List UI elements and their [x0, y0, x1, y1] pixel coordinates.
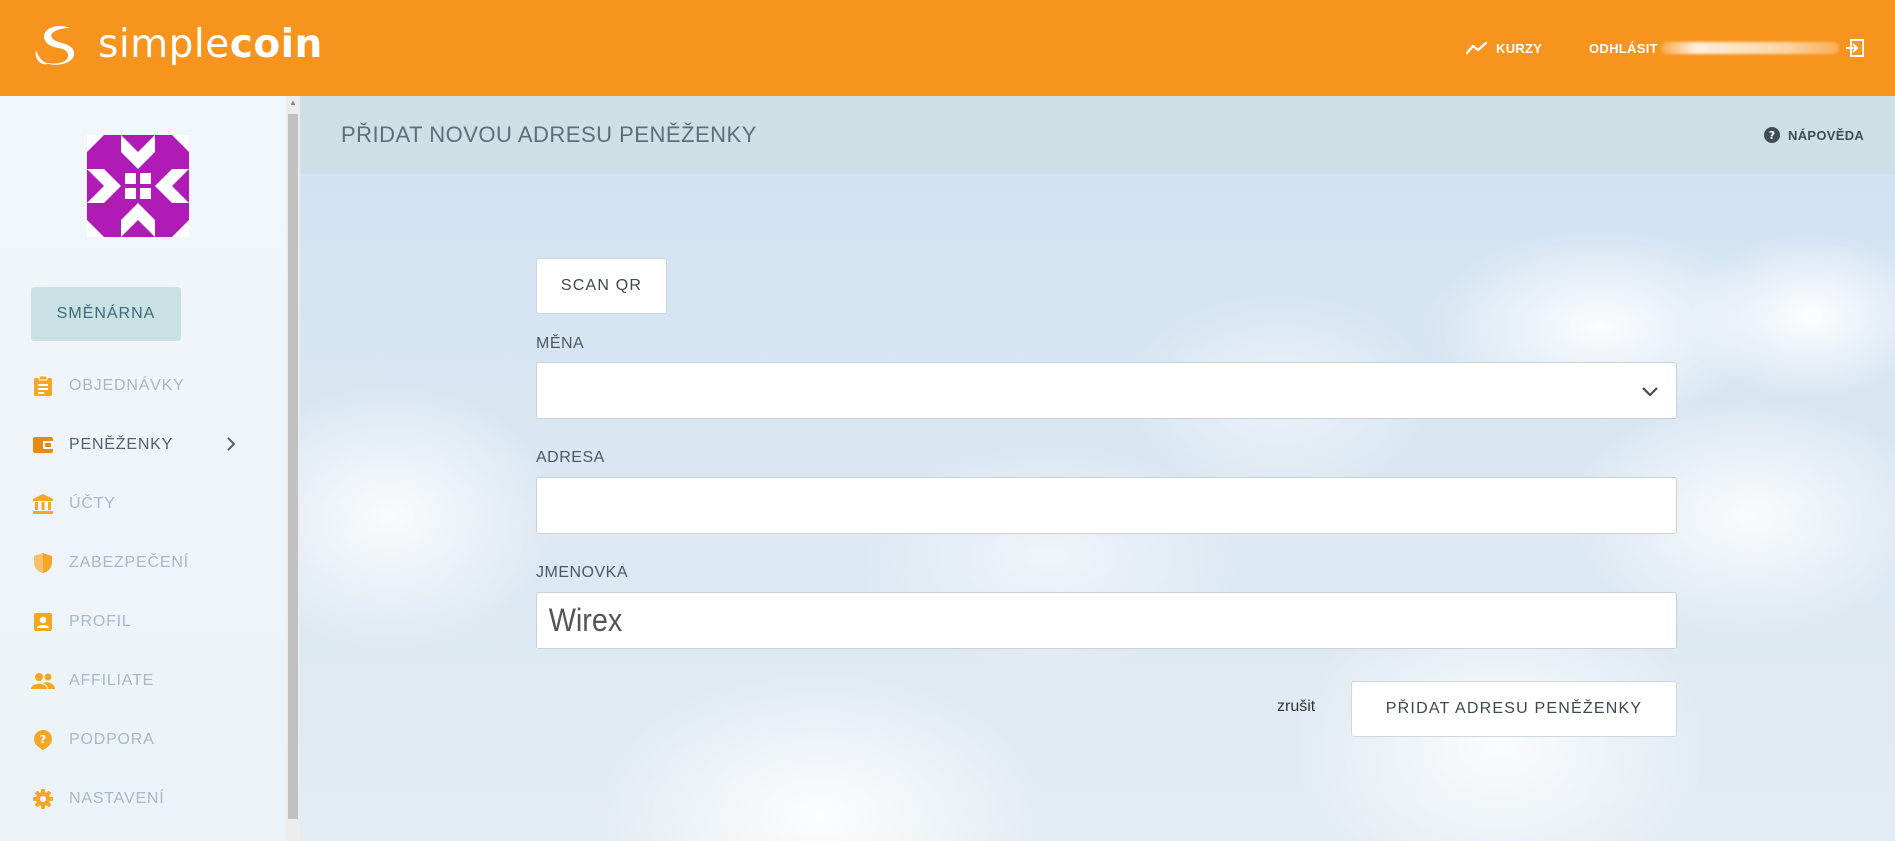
page-title: PŘIDAT NOVOU ADRESU PENĚŽENKY — [341, 122, 757, 147]
people-icon — [31, 669, 55, 693]
sidebar-item-label: ZABEZPEČENÍ — [69, 554, 189, 571]
currency-label: MĚNA — [536, 335, 585, 352]
bank-icon — [31, 492, 55, 516]
help-label: NÁPOVĚDA — [1788, 127, 1865, 143]
page-header: PŘIDAT NOVOU ADRESU PENĚŽENKY ? NÁPOVĚDA — [300, 96, 1895, 174]
svg-text:?: ? — [1769, 129, 1775, 142]
currency-select[interactable] — [536, 362, 1677, 419]
sidebar-item-label: NASTAVENÍ — [69, 790, 165, 807]
sidebar-item-label: OBJEDNÁVKY — [69, 377, 185, 394]
address-label: ADRESA — [536, 449, 605, 466]
svg-text:?: ? — [40, 733, 46, 746]
name-label: JMENOVKA — [536, 564, 629, 581]
gear-icon — [31, 787, 55, 811]
rates-label: KURZY — [1496, 40, 1543, 56]
main-content: PŘIDAT NOVOU ADRESU PENĚŽENKY ? NÁPOVĚDA… — [300, 96, 1895, 841]
rates-link[interactable]: KURZY — [1466, 0, 1542, 96]
wallet-icon — [31, 433, 55, 457]
add-wallet-address-button[interactable]: PŘIDAT ADRESU PENĚŽENKY — [1351, 681, 1677, 737]
logout-label: ODHLÁSIT — [1589, 40, 1658, 56]
sidebar-item-label: PROFIL — [69, 613, 132, 630]
sidebar-scrollbar[interactable]: ▲ — [286, 96, 300, 841]
address-field[interactable] — [536, 477, 1677, 534]
sidebar-item-profile[interactable]: PROFIL — [31, 607, 251, 637]
support-icon: ? — [31, 728, 55, 752]
clipboard-icon — [31, 374, 55, 398]
sidebar-item-orders[interactable]: OBJEDNÁVKY — [31, 371, 251, 401]
brand-name: simplecoin — [98, 22, 323, 67]
chevron-down-icon[interactable] — [1640, 381, 1660, 401]
logout-link[interactable]: ODHLÁSIT — [1589, 0, 1865, 96]
sidebar-item-affiliate[interactable]: AFFILIATE — [31, 666, 251, 696]
scroll-up-arrow-icon[interactable]: ▲ — [286, 98, 300, 108]
cancel-link[interactable]: zrušit — [1277, 698, 1315, 716]
sidebar-item-settings[interactable]: NASTAVENÍ — [31, 784, 251, 814]
name-field[interactable] — [536, 592, 1677, 649]
user-avatar[interactable] — [87, 135, 189, 237]
sidebar-item-support[interactable]: ? PODPORA — [31, 725, 251, 755]
trending-icon — [1466, 41, 1488, 55]
simplecoin-logo-icon — [35, 25, 75, 65]
exchange-button[interactable]: SMĚNÁRNA — [31, 287, 181, 341]
top-bar: simplecoin KURZY ODHLÁSIT — [0, 0, 1895, 96]
sidebar-item-wallets[interactable]: PENĚŽENKY — [31, 430, 251, 460]
sidebar-item-label: PENĚŽENKY — [69, 436, 174, 453]
shield-icon — [31, 551, 55, 575]
sidebar-item-accounts[interactable]: ÚČTY — [31, 489, 251, 519]
brand-logo[interactable]: simplecoin — [30, 20, 323, 70]
help-link[interactable]: ? NÁPOVĚDA — [1764, 96, 1864, 174]
name-input[interactable] — [537, 593, 1563, 648]
help-icon: ? — [1764, 127, 1780, 143]
logout-icon — [1845, 39, 1864, 57]
currency-select-value[interactable] — [537, 363, 1563, 418]
user-email-redacted — [1660, 42, 1839, 54]
scan-qr-button[interactable]: SCAN QR — [536, 258, 667, 314]
profile-icon — [31, 610, 55, 634]
sidebar-item-label: ÚČTY — [69, 495, 116, 512]
sidebar-item-label: PODPORA — [69, 731, 155, 748]
scroll-thumb[interactable] — [288, 114, 298, 819]
sidebar-item-security[interactable]: ZABEZPEČENÍ — [31, 548, 251, 578]
address-input[interactable] — [537, 478, 1563, 533]
sidebar-item-label: AFFILIATE — [69, 672, 155, 689]
chevron-right-icon — [227, 437, 236, 451]
